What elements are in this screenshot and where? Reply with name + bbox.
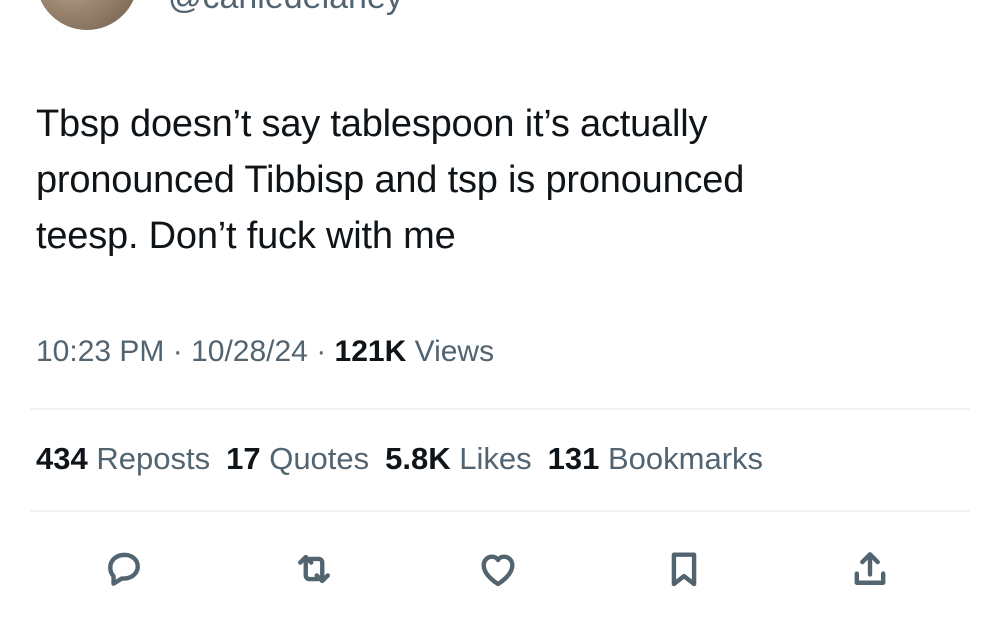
engagement-stats: 434 Reposts 17 Quotes 5.8K Likes 131 Boo…: [36, 441, 763, 477]
quotes-stat[interactable]: 17 Quotes: [226, 441, 369, 477]
reply-button[interactable]: [100, 545, 148, 593]
share-icon: [854, 552, 886, 585]
avatar[interactable]: [36, 0, 138, 30]
likes-stat[interactable]: 5.8K Likes: [385, 441, 531, 477]
divider: [30, 510, 970, 512]
author-handle[interactable]: @carliedelaney: [168, 0, 403, 17]
repost-icon: [298, 554, 330, 584]
quotes-count: 17: [226, 441, 261, 476]
action-bar: [0, 545, 1000, 593]
reposts-stat[interactable]: 434 Reposts: [36, 441, 210, 477]
tweet-text: Tbsp doesn’t say tablespoon it’s actuall…: [36, 96, 956, 264]
bookmarks-label: Bookmarks: [608, 441, 764, 476]
reposts-label: Reposts: [96, 441, 211, 476]
meta-separator: ·: [164, 335, 192, 368]
like-icon: [481, 554, 515, 587]
quotes-label: Quotes: [269, 441, 370, 476]
share-button[interactable]: [846, 545, 894, 593]
reply-icon: [108, 552, 140, 586]
tweet-time[interactable]: 10:23 PM: [36, 335, 164, 368]
likes-count: 5.8K: [385, 441, 451, 476]
tweet-meta: 10:23 PM · 10/28/24 · 121K Views: [36, 335, 494, 369]
tweet-date[interactable]: 10/28/24: [191, 335, 308, 368]
reposts-count: 434: [36, 441, 88, 476]
like-button[interactable]: [474, 545, 522, 593]
tweet-text-line: Tbsp doesn’t say tablespoon it’s actuall…: [36, 103, 708, 145]
bookmark-button[interactable]: [660, 545, 708, 593]
bookmarks-count: 131: [547, 441, 600, 476]
divider: [30, 408, 970, 410]
views-count: 121K: [334, 335, 407, 368]
repost-button[interactable]: [290, 545, 338, 593]
meta-separator: ·: [307, 335, 335, 368]
likes-label: Likes: [459, 441, 532, 476]
bookmark-icon: [671, 552, 697, 587]
bookmarks-stat[interactable]: 131 Bookmarks: [548, 441, 763, 477]
views-label: Views: [414, 335, 495, 368]
tweet-text-line: pronounced Tibbisp and tsp is pronounced: [36, 159, 745, 201]
tweet-text-line: teesp. Don’t fuck with me: [36, 215, 456, 257]
